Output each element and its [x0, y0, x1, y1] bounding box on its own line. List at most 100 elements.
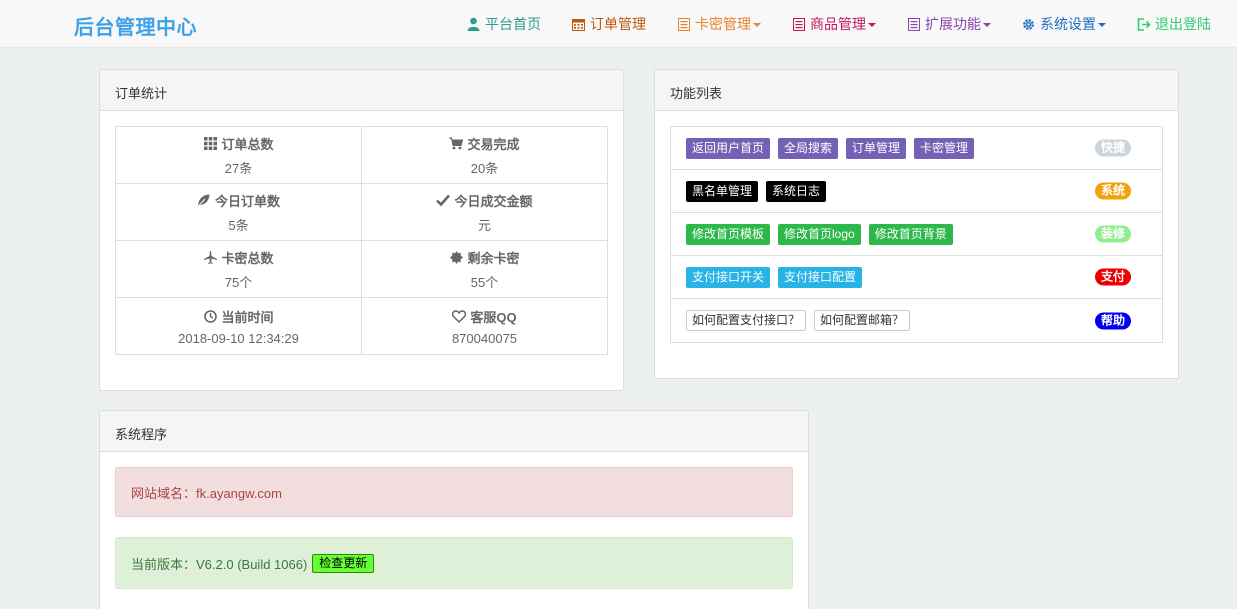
nav-item-3[interactable]: 卡密管理	[676, 14, 761, 34]
caret-down-icon	[1098, 23, 1106, 27]
domain-alert: 网站域名：fk.ayangw.com	[115, 467, 793, 517]
stat-label-text: 剩余卡密	[467, 250, 520, 266]
stat-value: 5条	[228, 217, 249, 233]
stat-cell: 客服QQ 870040075	[361, 297, 608, 355]
brand-title[interactable]: 后台管理中心	[74, 11, 197, 40]
stat-cell: 当前时间 2018-09-10 12:34:29	[115, 297, 362, 355]
stat-cell: 剩余卡密 55个	[361, 240, 608, 298]
category-badge: 帮助	[1094, 312, 1131, 329]
caret-down-icon	[983, 23, 991, 27]
stat-label-text: 订单总数	[221, 136, 274, 152]
grid-icon	[203, 136, 217, 150]
nav-item-1[interactable]: 平台首页	[466, 14, 541, 34]
stat-cell: 今日成交金额元	[361, 183, 608, 241]
cart-icon	[449, 136, 464, 150]
function-button[interactable]: 支付接口开关	[686, 266, 771, 288]
category-badge: 快捷	[1094, 139, 1131, 157]
order-stats-table: 订单总数 27条 交易完成 20条今日订单数 5条 今日成交金额元卡密总数 75个 剩余卡密 5…	[115, 126, 608, 355]
function-button[interactable]: 修改首页模板	[686, 223, 771, 245]
nav-item-2[interactable]: 订单管理	[571, 14, 646, 34]
function-button[interactable]: 全局搜索	[778, 137, 839, 159]
function-button[interactable]: 卡密管理	[914, 137, 975, 159]
version-text: 当前版本：V6.2.0 (Build 1066)	[131, 556, 308, 572]
heart-icon	[452, 309, 467, 323]
function-row: 返回用户首页 全局搜索 订单管理 卡密管理 快捷	[671, 127, 1162, 170]
function-button[interactable]: 修改首页logo	[778, 223, 861, 245]
category-badge: 系统	[1094, 182, 1131, 200]
stat-cell: 交易完成 20条	[361, 126, 608, 184]
stat-label: 剩余卡密	[362, 248, 607, 267]
function-list-panel: 功能列表 返回用户首页 全局搜索 订单管理 卡密管理 快捷黑名单管理 系统日志 系统修改首页…	[654, 69, 1179, 379]
nav-item-label: 卡密管理	[695, 16, 751, 32]
order-stats-panel: 订单统计 订单总数 27条 交易完成 20条今日订单数 5条 今日成交金额元卡密总数 75个…	[99, 69, 624, 391]
logout-icon	[1136, 17, 1151, 32]
function-button[interactable]: 返回用户首页	[686, 137, 771, 159]
nav-item-label: 扩展功能	[925, 16, 981, 32]
stat-label-text: 当前时间	[221, 309, 274, 325]
stats-row: 订单总数 27条 交易完成 20条	[115, 126, 608, 184]
stat-label: 订单总数	[116, 134, 361, 153]
stat-label: 当前时间	[116, 307, 361, 326]
system-program-panel: 系统程序 网站域名：fk.ayangw.com 当前版本：V6.2.0 (Bui…	[99, 410, 809, 609]
function-button[interactable]: 如何配置邮箱？	[814, 310, 911, 331]
system-program-title: 系统程序	[100, 411, 808, 452]
plane-icon	[203, 250, 217, 264]
function-button[interactable]: 订单管理	[846, 137, 907, 159]
stats-row: 卡密总数 75个 剩余卡密 55个	[115, 240, 608, 298]
stat-label-text: 交易完成	[467, 136, 520, 152]
clock-icon	[203, 309, 217, 323]
caret-down-icon	[868, 23, 876, 27]
nav-item-5[interactable]: 扩展功能	[906, 14, 991, 34]
nav-item-7[interactable]: 退出登陆	[1136, 14, 1211, 34]
nav-item-label: 订单管理	[590, 16, 646, 32]
function-button[interactable]: 支付接口配置	[778, 266, 863, 288]
stat-value: 20条	[470, 160, 499, 176]
function-list: 返回用户首页 全局搜索 订单管理 卡密管理 快捷 黑名单管理 系统日志 系统 修改首页模板 修改首…	[670, 126, 1163, 343]
calendar-icon	[571, 17, 586, 32]
function-row: 修改首页模板 修改首页logo 修改首页背景 装修	[671, 213, 1162, 256]
stat-value: 元	[477, 217, 491, 233]
function-button[interactable]: 黑名单管理	[686, 180, 759, 202]
stat-label-text: 卡密总数	[221, 250, 274, 266]
function-button[interactable]: 修改首页背景	[868, 223, 953, 245]
nav-item-label: 平台首页	[485, 16, 541, 32]
list-icon	[676, 17, 691, 32]
stats-row: 当前时间 2018-09-10 12:34:29 客服QQ 870040075	[115, 297, 608, 355]
order-stats-title: 订单统计	[100, 70, 623, 111]
stat-cell: 订单总数 27条	[115, 126, 362, 184]
stat-label: 今日成交金额	[362, 191, 607, 210]
version-alert: 当前版本：V6.2.0 (Build 1066) 检查更新	[115, 537, 793, 589]
stat-value: 870040075	[451, 330, 518, 346]
list-icon	[791, 17, 806, 32]
stat-value: 2018-09-10 12:34:29	[178, 330, 299, 346]
user-icon	[466, 17, 481, 32]
stat-value: 75个	[224, 274, 253, 290]
check-update-button[interactable]: 检查更新	[312, 553, 375, 573]
caret-down-icon	[753, 23, 761, 27]
function-row: 支付接口开关 支付接口配置 支付	[671, 256, 1162, 299]
top-navbar: 后台管理中心 平台首页 订单管理 卡密管理 商品管理 扩展功能 系统设置 退出登陆	[0, 0, 1237, 48]
leaf-icon	[197, 193, 211, 207]
nav-item-label: 系统设置	[1040, 16, 1096, 32]
function-button[interactable]: 系统日志	[766, 180, 827, 202]
stat-label-text: 今日成交金额	[454, 193, 533, 209]
gear-icon	[1021, 17, 1036, 32]
stat-label: 客服QQ	[362, 307, 607, 326]
function-button[interactable]: 如何配置支付接口？	[686, 310, 807, 331]
category-badge: 装修	[1094, 225, 1131, 243]
check-icon	[436, 193, 451, 207]
nav-item-4[interactable]: 商品管理	[791, 14, 876, 34]
stat-label: 交易完成	[362, 134, 607, 153]
stat-cell: 卡密总数 75个	[115, 240, 362, 298]
stat-value: 27条	[224, 160, 253, 176]
stat-label: 卡密总数	[116, 248, 361, 267]
stat-label: 今日订单数	[116, 191, 361, 210]
main-nav: 平台首页 订单管理 卡密管理 商品管理 扩展功能 系统设置 退出登陆	[436, 0, 1211, 48]
function-list-title: 功能列表	[655, 70, 1178, 111]
stat-label-text: 客服QQ	[470, 309, 517, 325]
stat-label-text: 今日订单数	[214, 193, 280, 209]
stat-value: 55个	[470, 274, 499, 290]
nav-item-label: 商品管理	[810, 16, 866, 32]
nav-item-label: 退出登陆	[1155, 16, 1211, 32]
nav-item-6[interactable]: 系统设置	[1021, 14, 1106, 34]
